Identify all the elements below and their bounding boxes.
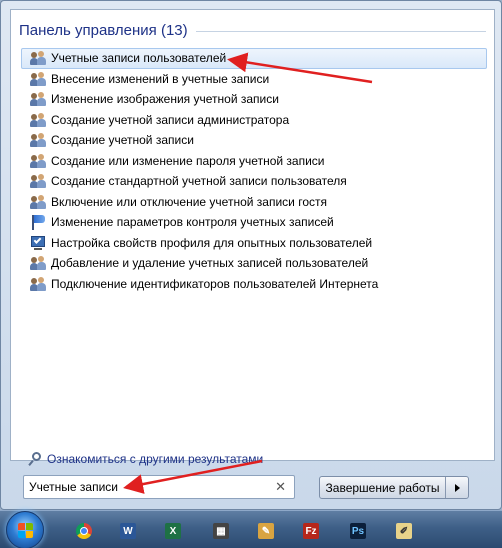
result-label: Создание учетной записи администратора bbox=[51, 112, 290, 127]
users-icon bbox=[30, 153, 46, 169]
result-item[interactable]: Добавление и удаление учетных записей по… bbox=[21, 253, 487, 274]
photoshop-icon[interactable]: Ps bbox=[350, 523, 366, 539]
start-menu: Панель управления (13) Учетные записи по… bbox=[0, 0, 502, 510]
word-icon[interactable]: W bbox=[120, 523, 136, 539]
search-icon bbox=[28, 452, 43, 466]
result-label: Настройка свойств профиля для опытных по… bbox=[51, 235, 373, 250]
more-results-link[interactable]: Ознакомиться с другими результатами bbox=[28, 452, 264, 466]
result-label: Изменение изображения учетной записи bbox=[51, 92, 279, 107]
search-results-panel: Панель управления (13) Учетные записи по… bbox=[10, 9, 495, 466]
group-title: Панель управления (13) bbox=[19, 21, 188, 39]
result-label: Учетные записи пользователей bbox=[51, 51, 227, 66]
result-label: Подключение идентификаторов пользователе… bbox=[51, 276, 379, 291]
result-label: Внесение изменений в учетные записи bbox=[51, 71, 270, 86]
chevron-right-icon bbox=[454, 483, 460, 492]
result-item[interactable]: Создание стандартной учетной записи поль… bbox=[21, 171, 487, 192]
users-icon bbox=[30, 71, 46, 87]
result-label: Изменение параметров контроля учетных за… bbox=[51, 215, 334, 230]
results-group-header[interactable]: Панель управления (13) bbox=[19, 16, 486, 44]
users-icon bbox=[30, 173, 46, 189]
result-item[interactable]: Создание учетной записи администратора bbox=[21, 110, 487, 131]
search-input[interactable] bbox=[24, 477, 264, 497]
sticky-notes-icon[interactable]: ✐ bbox=[396, 523, 412, 539]
search-box[interactable]: ✕ bbox=[23, 475, 295, 499]
users-icon bbox=[30, 112, 46, 128]
result-item[interactable]: Создание учетной записи bbox=[21, 130, 487, 151]
group-divider bbox=[195, 30, 486, 32]
result-label: Добавление и удаление учетных записей по… bbox=[51, 256, 369, 271]
filezilla-icon[interactable]: Fz bbox=[303, 523, 319, 539]
results-list: Учетные записи пользователей Внесение из… bbox=[21, 48, 487, 294]
shutdown-control: Завершение работы bbox=[319, 476, 469, 499]
result-item-user-accounts[interactable]: Учетные записи пользователей bbox=[21, 48, 487, 69]
taskbar: W X ▦ ✎ Fz Ps ✐ bbox=[0, 510, 502, 548]
chrome-icon[interactable] bbox=[76, 523, 92, 539]
close-icon[interactable]: ✕ bbox=[275, 479, 286, 495]
calculator-icon[interactable]: ▦ bbox=[213, 523, 229, 539]
result-item[interactable]: Подключение идентификаторов пользователе… bbox=[21, 274, 487, 295]
result-label: Создание стандартной учетной записи поль… bbox=[51, 174, 347, 189]
shutdown-button[interactable]: Завершение работы bbox=[320, 477, 446, 498]
result-item[interactable]: Изменение параметров контроля учетных за… bbox=[21, 212, 487, 233]
paint-icon[interactable]: ✎ bbox=[258, 523, 274, 539]
result-label: Создание или изменение пароля учетной за… bbox=[51, 153, 325, 168]
excel-icon[interactable]: X bbox=[165, 523, 181, 539]
result-label: Включение или отключение учетной записи … bbox=[51, 194, 327, 209]
more-results-label: Ознакомиться с другими результатами bbox=[47, 452, 264, 466]
users-icon bbox=[30, 91, 46, 107]
users-icon bbox=[30, 194, 46, 210]
users-icon bbox=[30, 132, 46, 148]
shutdown-options-button[interactable] bbox=[446, 477, 468, 498]
result-item[interactable]: Изменение изображения учетной записи bbox=[21, 89, 487, 110]
users-icon bbox=[30, 276, 46, 292]
users-icon bbox=[30, 50, 46, 66]
result-item[interactable]: Внесение изменений в учетные записи bbox=[21, 69, 487, 90]
result-item[interactable]: Включение или отключение учетной записи … bbox=[21, 192, 487, 213]
system-profile-icon bbox=[30, 235, 46, 251]
windows-start-orb-icon[interactable] bbox=[6, 511, 44, 548]
result-item[interactable]: Настройка свойств профиля для опытных по… bbox=[21, 233, 487, 254]
result-item[interactable]: Создание или изменение пароля учетной за… bbox=[21, 151, 487, 172]
users-icon bbox=[30, 255, 46, 271]
result-label: Создание учетной записи bbox=[51, 133, 194, 148]
flag-icon bbox=[30, 214, 46, 231]
